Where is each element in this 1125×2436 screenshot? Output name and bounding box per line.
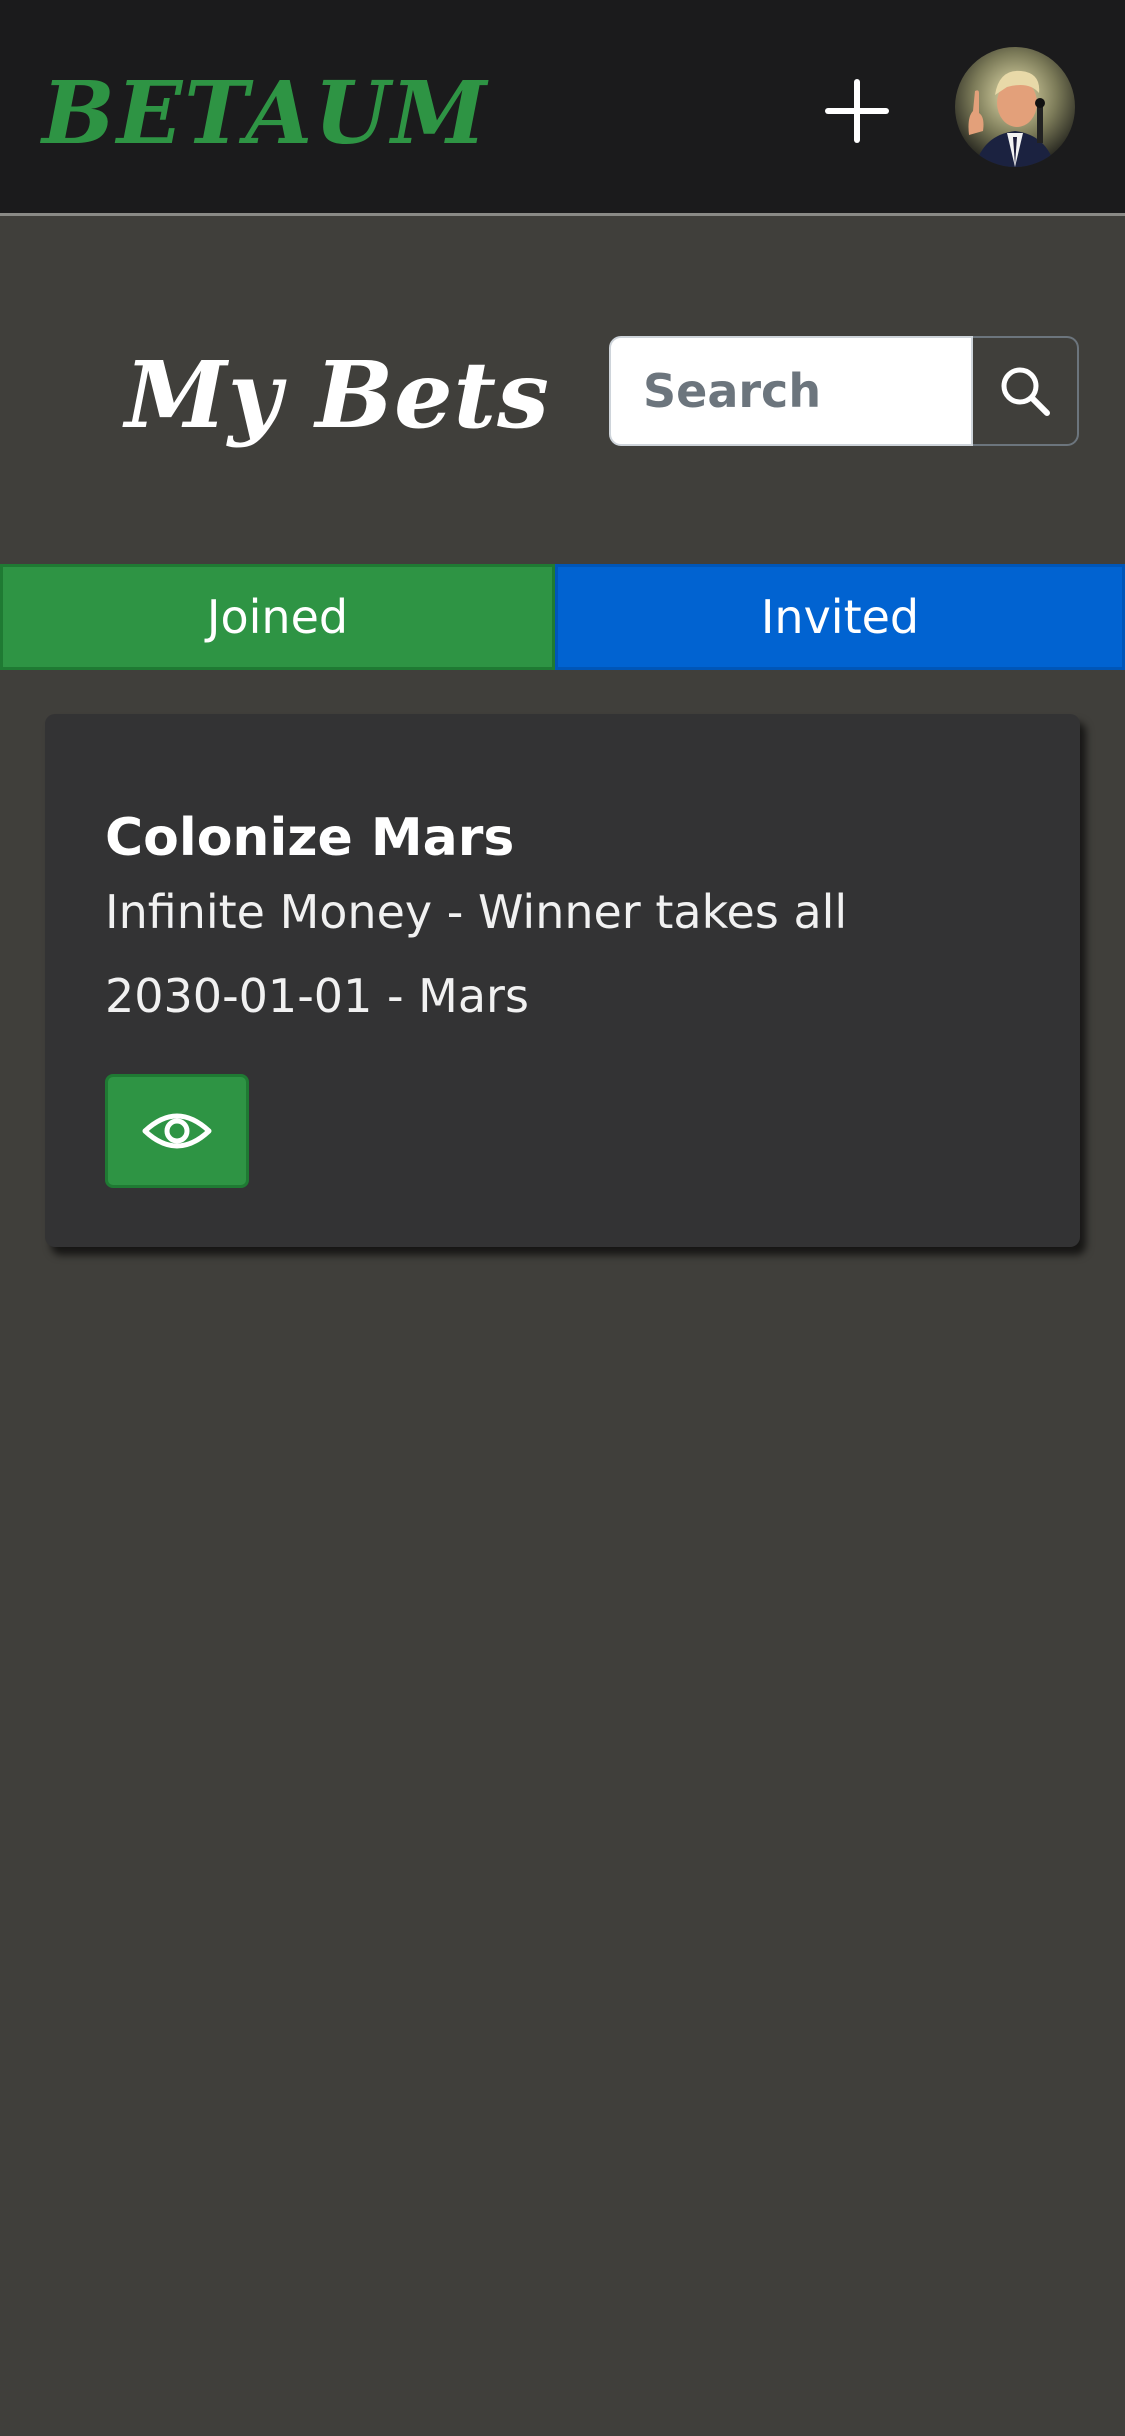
bet-subtitle: Infinite Money - Winner takes all	[105, 885, 848, 939]
top-navbar: BETAUM	[0, 0, 1125, 216]
search-button[interactable]	[973, 336, 1079, 446]
bet-tabs: Joined Invited	[0, 564, 1125, 670]
brand-logo[interactable]: BETAUM	[42, 64, 488, 164]
view-bet-button[interactable]	[105, 1074, 249, 1188]
search-icon	[1001, 367, 1050, 416]
plus-icon	[825, 79, 889, 143]
search-bar	[609, 336, 1079, 446]
search-input[interactable]	[609, 336, 973, 446]
add-bet-button[interactable]	[822, 76, 892, 146]
user-avatar[interactable]	[955, 47, 1075, 167]
page-title: My Bets	[125, 341, 550, 449]
tab-invited[interactable]: Invited	[555, 564, 1125, 670]
avatar-image	[968, 70, 1055, 167]
eye-icon	[142, 1113, 212, 1149]
bet-card: Colonize Mars Infinite Money - Winner ta…	[45, 714, 1080, 1247]
bet-title: Colonize Mars	[105, 808, 515, 868]
tab-joined[interactable]: Joined	[0, 564, 555, 670]
bet-date-location: 2030-01-01 - Mars	[105, 969, 529, 1023]
